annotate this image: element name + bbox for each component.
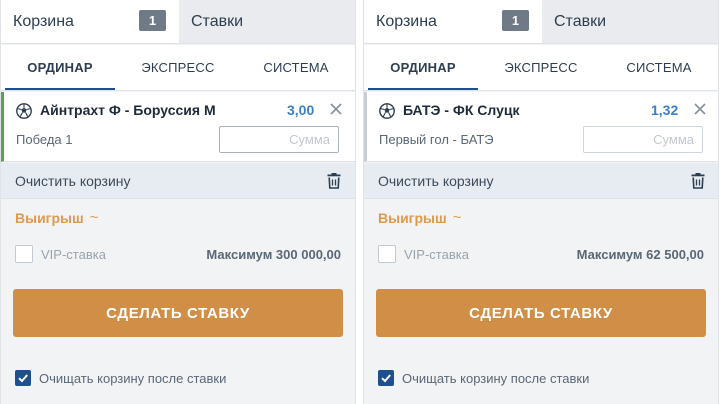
tab-cart-label: Корзина	[13, 12, 74, 30]
match-name: БАТЭ - ФК Слуцк	[403, 102, 520, 118]
cart-count-badge: 1	[139, 10, 166, 31]
winnings: Выигрыш ~	[15, 209, 98, 226]
clear-cart-row[interactable]: Очистить корзину	[1, 163, 355, 199]
clear-after-bet-checkbox[interactable]	[378, 370, 394, 386]
max-stake-label: Максимум 300 000,00	[206, 247, 341, 262]
tab-express[interactable]: ЭКСПРЕСС	[119, 45, 237, 90]
market-name: Первый гол - БАТЭ	[379, 132, 494, 147]
bet-slip-panel-left: Корзина 1 Ставки ОРДИНАР ЭКСПРЕСС СИСТЕМ…	[0, 0, 356, 404]
clear-after-bet-label: Очищать корзину после ставки	[402, 371, 590, 386]
top-tabs: Корзина 1 Ставки	[1, 0, 355, 44]
tab-cart[interactable]: Корзина 1	[364, 0, 542, 44]
tab-express[interactable]: ЭКСПРЕСС	[482, 45, 600, 90]
odds-value: 3,00	[287, 102, 315, 118]
winnings-label: Выигрыш	[378, 209, 447, 226]
trash-icon[interactable]	[327, 173, 341, 189]
cart-count-badge: 1	[502, 10, 529, 31]
clear-after-bet-label: Очищать корзину после ставки	[39, 371, 227, 386]
odds-value: 1,32	[651, 102, 679, 118]
clear-cart-label: Очистить корзину	[15, 172, 131, 189]
close-icon[interactable]	[693, 102, 707, 116]
close-icon[interactable]	[329, 102, 343, 116]
top-tabs: Корзина 1 Ставки	[364, 0, 718, 44]
trash-icon[interactable]	[691, 173, 705, 189]
make-bet-button[interactable]: СДЕЛАТЬ СТАВКУ	[13, 289, 343, 337]
clear-after-bet-checkbox[interactable]	[15, 370, 31, 386]
event-card: БАТЭ - ФК Слуцк 1,32 Первый гол - БАТЭ	[364, 92, 718, 162]
market-name: Победа 1	[16, 132, 73, 147]
checkmark-icon	[381, 374, 391, 383]
tab-bets[interactable]: Ставки	[542, 0, 718, 44]
vip-checkbox[interactable]	[378, 245, 396, 263]
vip-label: VIP-ставка	[404, 247, 469, 262]
tab-bets[interactable]: Ставки	[179, 0, 355, 44]
tab-single[interactable]: ОРДИНАР	[1, 45, 119, 90]
vip-checkbox[interactable]	[15, 245, 33, 263]
winnings-value: ~	[89, 209, 99, 226]
max-stake-label: Максимум 62 500,00	[576, 247, 704, 262]
soccer-ball-icon	[16, 103, 32, 119]
clear-after-bet-row: Очищать корзину после ставки	[1, 364, 355, 394]
bet-slip-panel-right: Корзина 1 Ставки ОРДИНАР ЭКСПРЕСС СИСТЕМ…	[363, 0, 719, 404]
winnings: Выигрыш ~	[378, 209, 461, 226]
clear-cart-row[interactable]: Очистить корзину	[364, 163, 718, 199]
stake-input[interactable]	[583, 126, 703, 153]
tab-cart-label: Корзина	[376, 12, 437, 30]
vip-label: VIP-ставка	[41, 247, 106, 262]
clear-after-bet-row: Очищать корзину после ставки	[364, 364, 718, 394]
tab-single[interactable]: ОРДИНАР	[364, 45, 482, 90]
bet-type-tabs: ОРДИНАР ЭКСПРЕСС СИСТЕМА	[1, 45, 355, 91]
tab-cart[interactable]: Корзина 1	[1, 0, 179, 44]
vip-row: VIP-ставка Максимум 300 000,00	[1, 242, 355, 268]
tab-system[interactable]: СИСТЕМА	[600, 45, 718, 90]
soccer-ball-icon	[379, 103, 395, 119]
winnings-label: Выигрыш	[15, 209, 84, 226]
make-bet-button[interactable]: СДЕЛАТЬ СТАВКУ	[376, 289, 706, 337]
bet-type-tabs: ОРДИНАР ЭКСПРЕСС СИСТЕМА	[364, 45, 718, 91]
tab-system[interactable]: СИСТЕМА	[237, 45, 355, 90]
event-card: Айнтрахт Ф - Боруссия М 3,00 Победа 1	[1, 92, 355, 162]
clear-cart-label: Очистить корзину	[378, 172, 494, 189]
stake-input[interactable]	[219, 126, 339, 153]
match-name: Айнтрахт Ф - Боруссия М	[40, 102, 216, 118]
checkmark-icon	[18, 374, 28, 383]
vip-row: VIP-ставка Максимум 62 500,00	[364, 242, 718, 268]
winnings-value: ~	[452, 209, 462, 226]
